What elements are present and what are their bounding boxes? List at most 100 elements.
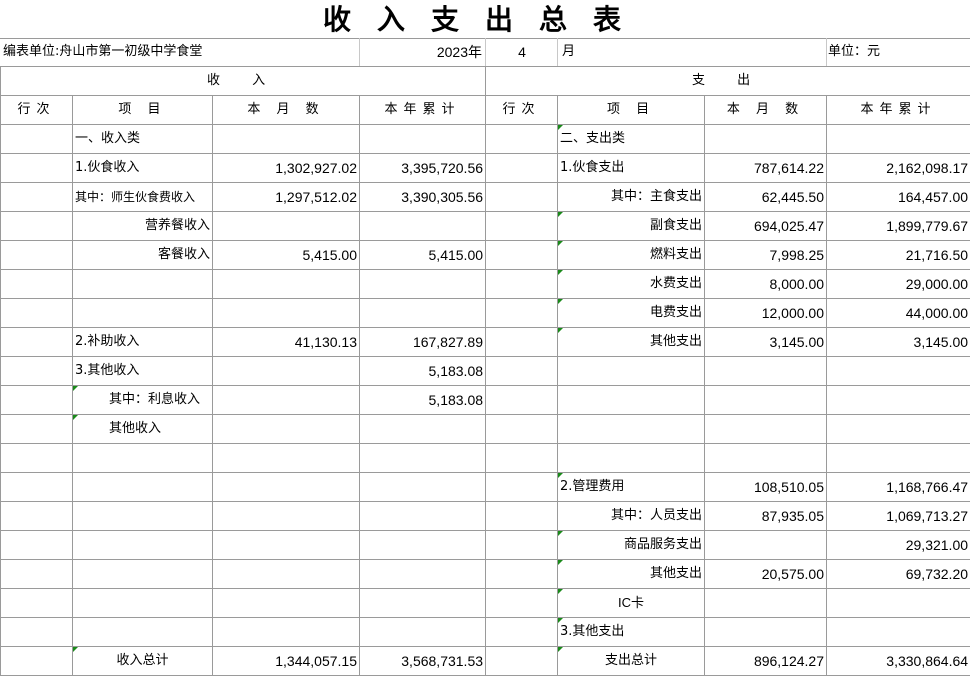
- row-number-cell[interactable]: [485, 443, 559, 473]
- income-month-cell[interactable]: 1,344,057.15: [212, 646, 360, 676]
- income-month-cell[interactable]: [212, 501, 360, 531]
- row-number-cell[interactable]: [485, 240, 559, 270]
- row-number-cell[interactable]: [0, 124, 73, 154]
- row-number-cell[interactable]: [0, 530, 73, 560]
- expense-month-cell[interactable]: [704, 414, 828, 444]
- expense-month-cell[interactable]: [704, 588, 828, 618]
- expense-month-cell[interactable]: 62,445.50: [704, 182, 828, 212]
- income-month-cell[interactable]: [212, 414, 360, 444]
- income-month-cell[interactable]: 1,302,927.02: [212, 153, 360, 183]
- expense-ytd-cell[interactable]: [826, 617, 970, 647]
- expense-item-cell[interactable]: [557, 443, 706, 473]
- row-number-cell[interactable]: [0, 153, 73, 183]
- income-ytd-cell[interactable]: [358, 559, 487, 589]
- expense-item-cell[interactable]: 3.其他支出: [557, 617, 706, 647]
- expense-month-cell[interactable]: [704, 385, 828, 415]
- expense-item-cell[interactable]: 水费支出: [557, 269, 706, 299]
- income-ytd-cell[interactable]: 3,390,305.56: [358, 182, 487, 212]
- expense-month-cell[interactable]: 896,124.27: [704, 646, 828, 676]
- row-number-cell[interactable]: [485, 472, 559, 502]
- income-month-cell[interactable]: [212, 588, 360, 618]
- expense-ytd-cell[interactable]: 21,716.50: [826, 240, 970, 270]
- row-number-cell[interactable]: [485, 124, 559, 154]
- row-number-cell[interactable]: [485, 414, 559, 444]
- income-month-cell[interactable]: [212, 617, 360, 647]
- row-number-cell[interactable]: [485, 211, 559, 241]
- income-month-cell[interactable]: [212, 124, 360, 154]
- expense-ytd-cell[interactable]: [826, 443, 970, 473]
- expense-month-cell[interactable]: [704, 124, 828, 154]
- row-number-cell[interactable]: [0, 211, 73, 241]
- income-month-cell[interactable]: [212, 269, 360, 299]
- income-month-cell[interactable]: [212, 356, 360, 386]
- row-number-cell[interactable]: [485, 617, 559, 647]
- income-ytd-cell[interactable]: [358, 617, 487, 647]
- expense-ytd-cell[interactable]: [826, 414, 970, 444]
- expense-month-cell[interactable]: 7,998.25: [704, 240, 828, 270]
- expense-month-cell[interactable]: [704, 530, 828, 560]
- income-ytd-cell[interactable]: [358, 588, 487, 618]
- expense-ytd-cell[interactable]: 3,145.00: [826, 327, 970, 357]
- expense-item-cell[interactable]: [557, 414, 706, 444]
- row-number-cell[interactable]: [485, 588, 559, 618]
- row-number-cell[interactable]: [485, 530, 559, 560]
- income-ytd-cell[interactable]: 3,568,731.53: [358, 646, 487, 676]
- expense-item-cell[interactable]: IC卡: [557, 588, 706, 618]
- income-ytd-cell[interactable]: 3,395,720.56: [358, 153, 487, 183]
- expense-month-cell[interactable]: 787,614.22: [704, 153, 828, 183]
- income-item-cell[interactable]: 客餐收入: [72, 240, 213, 270]
- expense-item-cell[interactable]: 燃料支出: [557, 240, 706, 270]
- row-number-cell[interactable]: [0, 588, 73, 618]
- income-item-cell[interactable]: [72, 617, 213, 647]
- expense-ytd-cell[interactable]: [826, 356, 970, 386]
- expense-ytd-cell[interactable]: 29,321.00: [826, 530, 970, 560]
- income-item-cell[interactable]: 一、收入类: [72, 124, 213, 154]
- expense-month-cell[interactable]: 87,935.05: [704, 501, 828, 531]
- expense-ytd-cell[interactable]: 164,457.00: [826, 182, 970, 212]
- expense-item-cell[interactable]: 其中：人员支出: [557, 501, 706, 531]
- income-month-cell[interactable]: 41,130.13: [212, 327, 360, 357]
- income-ytd-cell[interactable]: [358, 298, 487, 328]
- income-ytd-cell[interactable]: [358, 211, 487, 241]
- income-ytd-cell[interactable]: 5,183.08: [358, 356, 487, 386]
- income-item-cell[interactable]: [72, 298, 213, 328]
- income-month-cell[interactable]: [212, 530, 360, 560]
- income-month-cell[interactable]: 5,415.00: [212, 240, 360, 270]
- income-item-cell[interactable]: [72, 559, 213, 589]
- expense-ytd-cell[interactable]: [826, 124, 970, 154]
- expense-month-cell[interactable]: [704, 443, 828, 473]
- expense-item-cell[interactable]: 2.管理费用: [557, 472, 706, 502]
- income-ytd-cell[interactable]: [358, 443, 487, 473]
- income-item-cell[interactable]: 2.补助收入: [72, 327, 213, 357]
- row-number-cell[interactable]: [0, 356, 73, 386]
- expense-month-cell[interactable]: 20,575.00: [704, 559, 828, 589]
- expense-item-cell[interactable]: 电费支出: [557, 298, 706, 328]
- expense-item-cell[interactable]: 支出总计: [557, 646, 706, 676]
- row-number-cell[interactable]: [0, 269, 73, 299]
- income-ytd-cell[interactable]: [358, 124, 487, 154]
- income-item-cell[interactable]: [72, 269, 213, 299]
- income-item-cell[interactable]: [72, 501, 213, 531]
- row-number-cell[interactable]: [485, 356, 559, 386]
- row-number-cell[interactable]: [0, 617, 73, 647]
- income-item-cell[interactable]: [72, 588, 213, 618]
- expense-ytd-cell[interactable]: 1,069,713.27: [826, 501, 970, 531]
- row-number-cell[interactable]: [485, 182, 559, 212]
- expense-item-cell[interactable]: [557, 385, 706, 415]
- income-ytd-cell[interactable]: [358, 414, 487, 444]
- expense-item-cell[interactable]: [557, 356, 706, 386]
- row-number-cell[interactable]: [0, 646, 73, 676]
- income-month-cell[interactable]: [212, 559, 360, 589]
- income-month-cell[interactable]: [212, 298, 360, 328]
- income-ytd-cell[interactable]: 5,415.00: [358, 240, 487, 270]
- expense-ytd-cell[interactable]: 1,168,766.47: [826, 472, 970, 502]
- expense-item-cell[interactable]: 1.伙食支出: [557, 153, 706, 183]
- row-number-cell[interactable]: [485, 153, 559, 183]
- income-ytd-cell[interactable]: [358, 269, 487, 299]
- expense-month-cell[interactable]: [704, 617, 828, 647]
- expense-ytd-cell[interactable]: 44,000.00: [826, 298, 970, 328]
- row-number-cell[interactable]: [485, 501, 559, 531]
- row-number-cell[interactable]: [0, 443, 73, 473]
- income-ytd-cell[interactable]: [358, 472, 487, 502]
- row-number-cell[interactable]: [0, 182, 73, 212]
